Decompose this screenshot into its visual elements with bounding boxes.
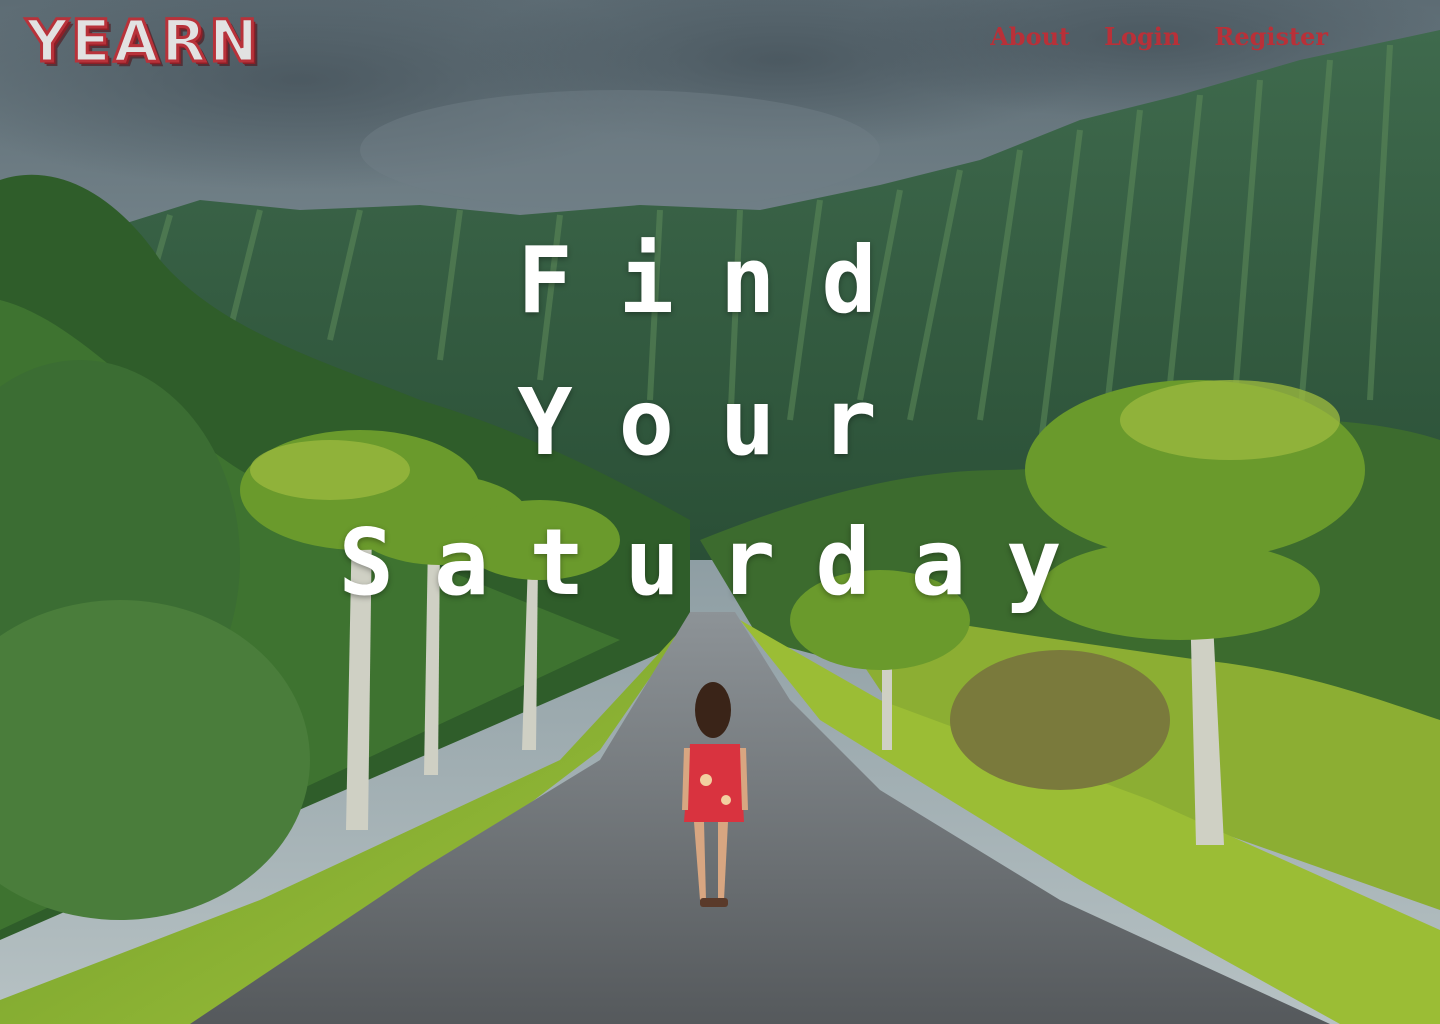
brand-logo[interactable]: YEARN [25,11,261,72]
hero-headline-line-1: Find [517,227,923,334]
nav-link-about[interactable]: About [990,22,1070,51]
nav-link-register[interactable]: Register [1214,22,1328,51]
hero-headline-line-3: Saturday [338,509,1102,616]
top-nav: About Login Register [990,22,1328,51]
nav-link-login[interactable]: Login [1104,22,1180,51]
hero-headline-line-2: Your [517,369,923,476]
